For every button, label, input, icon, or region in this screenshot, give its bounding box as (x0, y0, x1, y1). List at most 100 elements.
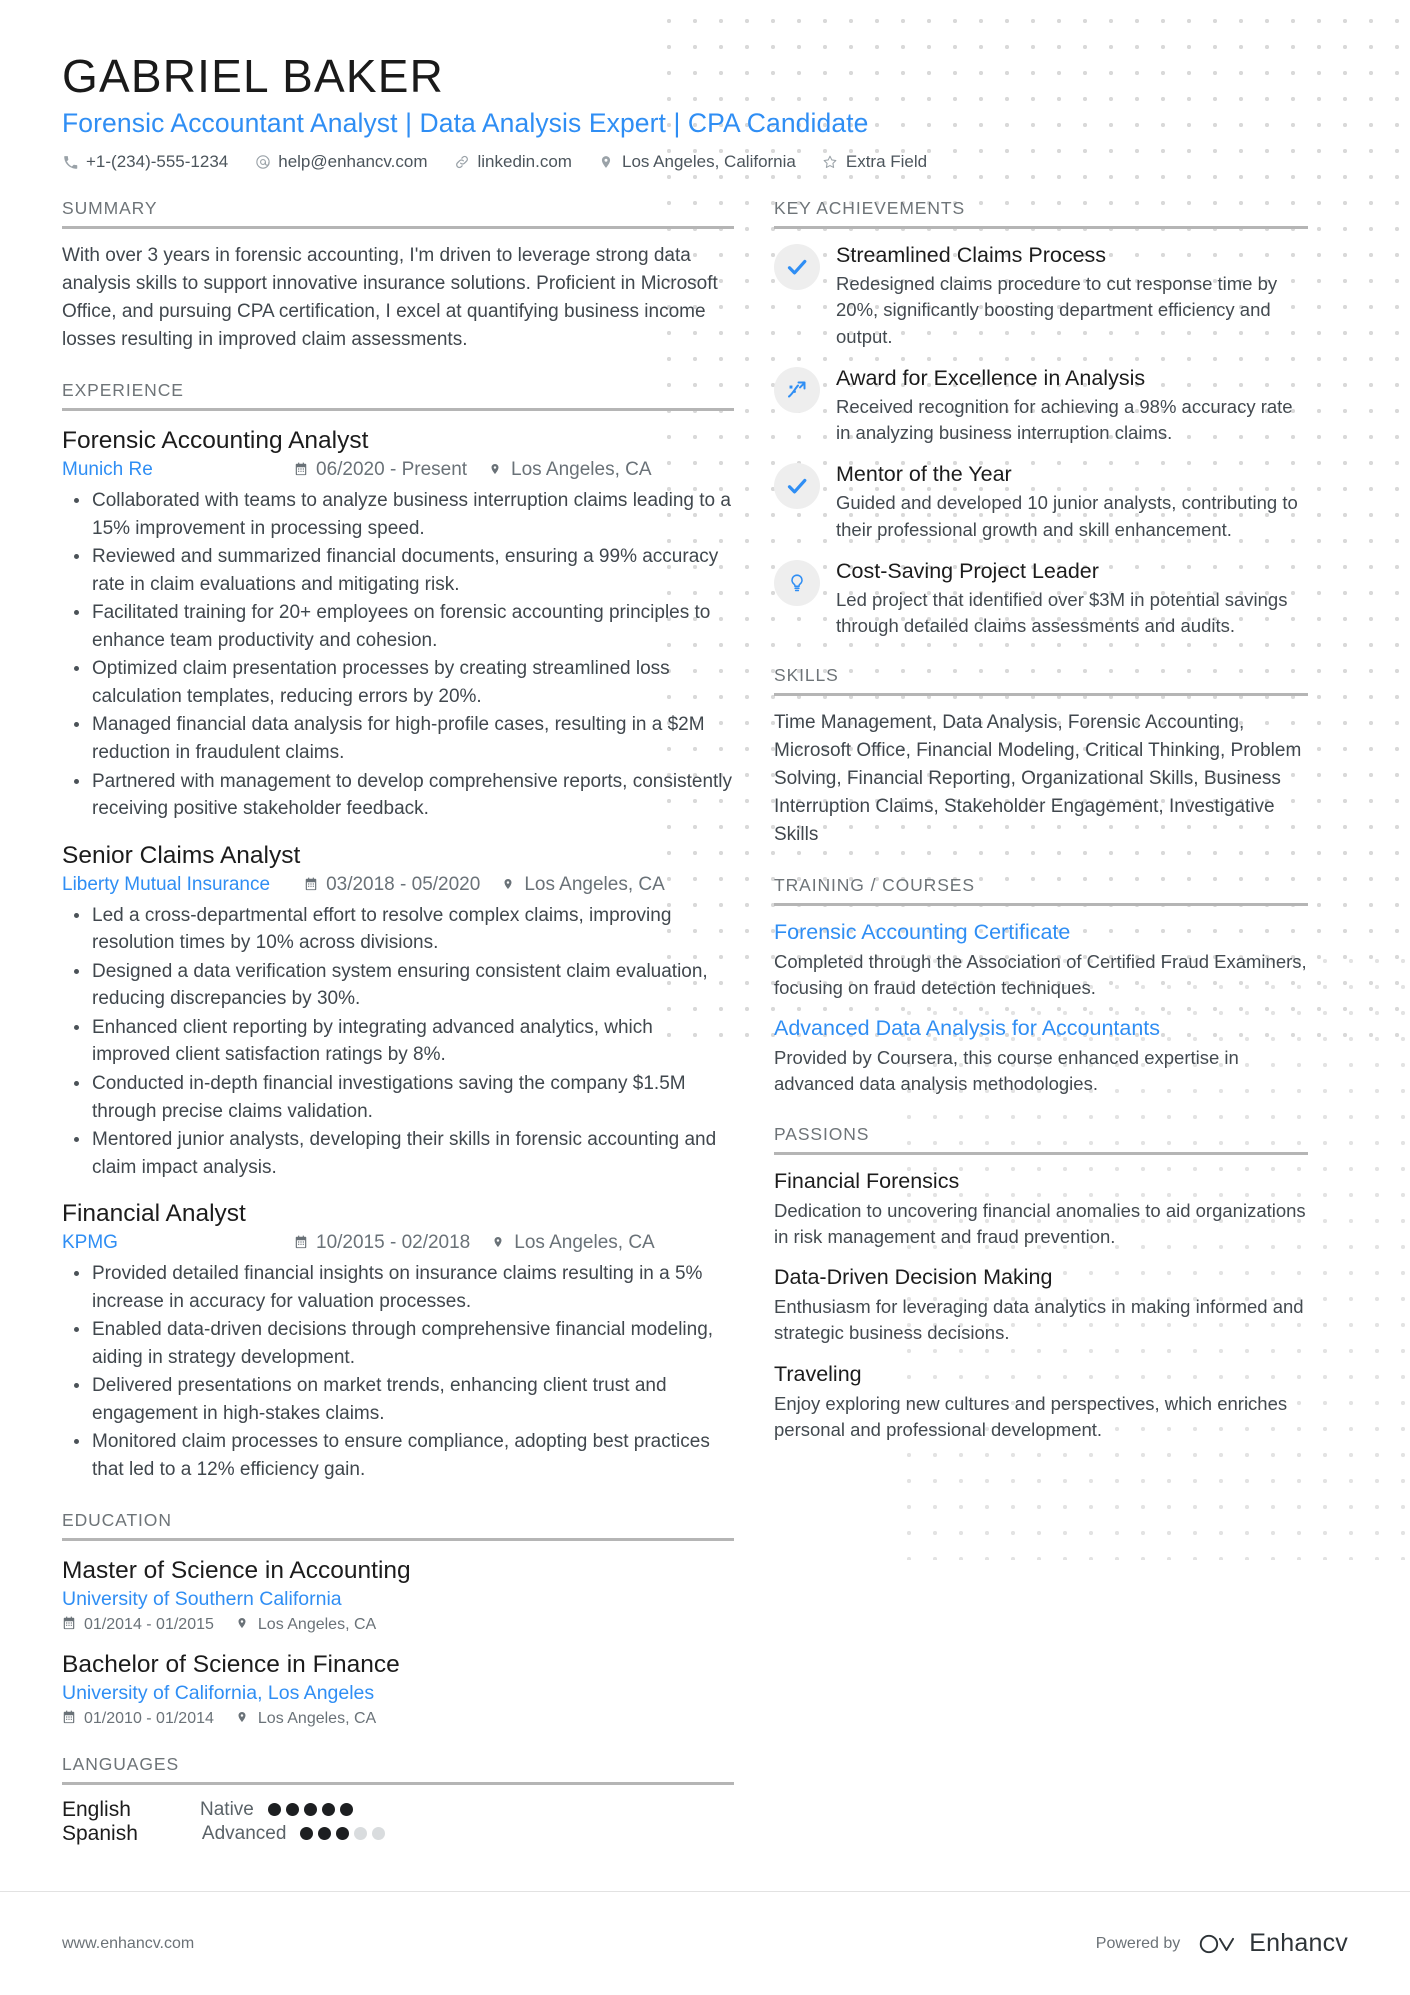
bullet-item: Managed financial data analysis for high… (66, 711, 734, 766)
bullet-item: Enhanced client reporting by integrating… (66, 1014, 734, 1069)
section-title-key-achievements: KEY ACHIEVEMENTS (774, 198, 966, 219)
experience-company[interactable]: KPMG (62, 1232, 294, 1254)
language-name: English (62, 1797, 131, 1821)
section-experience: EXPERIENCE Forensic Accounting Analyst M… (62, 380, 734, 1484)
lightbulb-icon (774, 559, 820, 606)
phone-icon (62, 155, 79, 170)
language-item: English Native (62, 1798, 358, 1822)
experience-bullets: Collaborated with teams to analyze busin… (66, 487, 734, 823)
bullet-item: Monitored claim processes to ensure comp… (66, 1428, 734, 1483)
rating-dot (372, 1827, 386, 1841)
bullet-item: Delivered presentations on market trends… (66, 1372, 734, 1427)
achievement-title: Award for Excellence in Analysis (836, 365, 1146, 390)
training-desc: Provided by Coursera, this course enhanc… (774, 1047, 1239, 1095)
contact-link-text: linkedin.com (477, 152, 572, 172)
achievement-desc: Led project that identified over $3M in … (836, 588, 1288, 636)
bullet-item: Enabled data-driven decisions through co… (66, 1316, 734, 1371)
email-icon (254, 154, 271, 170)
education-school[interactable]: University of California, Los Angeles (62, 1682, 734, 1705)
check-icon (774, 244, 820, 291)
passion-name: Data-Driven Decision Making (774, 1265, 1053, 1290)
bullet-item: Reviewed and summarized financial docume… (66, 543, 734, 598)
training-name[interactable]: Forensic Accounting Certificate (774, 919, 1308, 947)
education-school[interactable]: University of Southern California (62, 1588, 734, 1611)
achievement-title: Mentor of the Year (836, 462, 1012, 487)
experience-dates: 06/2020 - Present (294, 459, 467, 481)
language-item: Spanish Advanced (62, 1822, 390, 1846)
passion-desc: Enjoy exploring new cultures and perspec… (774, 1392, 1288, 1440)
bullet-item: Mentored junior analysts, developing the… (66, 1126, 734, 1181)
experience-entry: Forensic Accounting Analyst Munich Re 06… (62, 424, 734, 823)
experience-company[interactable]: Liberty Mutual Insurance (62, 874, 282, 896)
candidate-headline: Forensic Accountant Analyst | Data Analy… (62, 108, 869, 139)
experience-meta: KPMG 10/2015 - 02/2018 Los Angeles, CA (62, 1232, 734, 1254)
section-rule (62, 226, 734, 230)
achievement-title: Streamlined Claims Process (836, 243, 1107, 268)
check-icon (774, 463, 820, 510)
experience-bullets: Led a cross-departmental effort to resol… (66, 902, 734, 1181)
training-item: Forensic Accounting Certificate Complete… (774, 919, 1308, 1001)
experience-meta: Munich Re 06/2020 - Present Los Angeles,… (62, 459, 734, 481)
enhancv-logo-icon (1198, 1931, 1240, 1957)
achievement-body: Award for Excellence in Analysis Receive… (836, 365, 1308, 446)
experience-location-text: Los Angeles, CA (511, 459, 652, 481)
experience-dates-text: 03/2018 - 05/2020 (326, 873, 481, 895)
education-degree: Master of Science in Accounting (62, 1556, 411, 1584)
passion-item: Financial Forensics Dedication to uncove… (774, 1168, 1308, 1250)
footer-website[interactable]: www.enhancv.com (62, 1935, 194, 1953)
summary-text: With over 3 years in forensic accounting… (62, 245, 718, 351)
contact-location-text: Los Angeles, California (621, 152, 796, 172)
experience-role: Senior Claims Analyst (62, 841, 301, 869)
contact-extra[interactable]: Extra Field (822, 152, 927, 172)
section-rule (62, 407, 734, 411)
rating-dot (303, 1803, 317, 1817)
candidate-name: GABRIEL BAKER (62, 50, 445, 102)
contact-location[interactable]: Los Angeles, California (598, 152, 796, 172)
language-name: Spanish (62, 1821, 138, 1845)
education-meta: 01/2010 - 01/2014 Los Angeles, CA (62, 1709, 734, 1728)
calendar-icon (294, 462, 309, 476)
section-rule (62, 1781, 734, 1785)
contact-email[interactable]: help@enhancv.com (254, 152, 427, 172)
experience-location-text: Los Angeles, CA (514, 1232, 655, 1254)
star-icon (822, 154, 839, 170)
experience-location: Los Angeles, CA (489, 459, 652, 481)
experience-dates: 03/2018 - 05/2020 (304, 874, 480, 896)
right-column: KEY ACHIEVEMENTS Streamlined Claims Proc… (774, 198, 1308, 1457)
experience-company[interactable]: Munich Re (62, 459, 294, 481)
rating-dot (318, 1827, 332, 1841)
experience-dates-text: 10/2015 - 02/2018 (316, 1232, 471, 1254)
enhancv-brand[interactable]: Enhancv (1198, 1929, 1348, 1958)
education-entry: Bachelor of Science in Finance Universit… (62, 1648, 734, 1728)
calendar-icon (304, 877, 319, 891)
resume-page: GABRIEL BAKER Forensic Accountant Analys… (0, 0, 1410, 1995)
rating-dot (354, 1827, 368, 1841)
experience-role: Forensic Accounting Analyst (62, 426, 369, 454)
contact-link[interactable]: linkedin.com (453, 152, 572, 172)
achievement-item: Award for Excellence in Analysis Receive… (774, 365, 1308, 446)
training-name[interactable]: Advanced Data Analysis for Accountants (774, 1015, 1308, 1043)
contact-extra-text: Extra Field (845, 152, 928, 172)
bullet-item: Conducted in-depth financial investigati… (66, 1070, 734, 1125)
section-key-achievements: KEY ACHIEVEMENTS Streamlined Claims Proc… (774, 198, 1308, 639)
experience-entry: Financial Analyst KPMG 10/2015 - 02/2018 (62, 1197, 734, 1483)
achievement-item: Streamlined Claims Process Redesigned cl… (774, 242, 1308, 350)
rating-dot (321, 1803, 335, 1817)
contact-phone[interactable]: +1-(234)-555-1234 (62, 152, 228, 172)
location-icon (236, 1616, 251, 1630)
education-dates: 01/2010 - 01/2014 (62, 1709, 214, 1728)
achievement-body: Cost-Saving Project Leader Led project t… (836, 558, 1308, 639)
experience-dates-text: 06/2020 - Present (316, 459, 468, 481)
experience-dates: 10/2015 - 02/2018 (294, 1232, 470, 1254)
achievement-desc: Received recognition for achieving a 98%… (836, 395, 1293, 444)
passion-name: Traveling (774, 1361, 862, 1386)
achievement-body: Mentor of the Year Guided and developed … (836, 461, 1308, 542)
section-training: TRAINING / COURSES Forensic Accounting C… (774, 875, 1308, 1098)
location-icon (489, 462, 504, 476)
experience-location-text: Los Angeles, CA (524, 873, 665, 895)
contact-phone-text: +1-(234)-555-1234 (86, 152, 229, 172)
education-dates: 01/2014 - 01/2015 (62, 1615, 214, 1634)
experience-location: Los Angeles, CA (502, 873, 665, 896)
passion-name: Financial Forensics (774, 1168, 960, 1193)
passion-item: Traveling Enjoy exploring new cultures a… (774, 1361, 1308, 1443)
